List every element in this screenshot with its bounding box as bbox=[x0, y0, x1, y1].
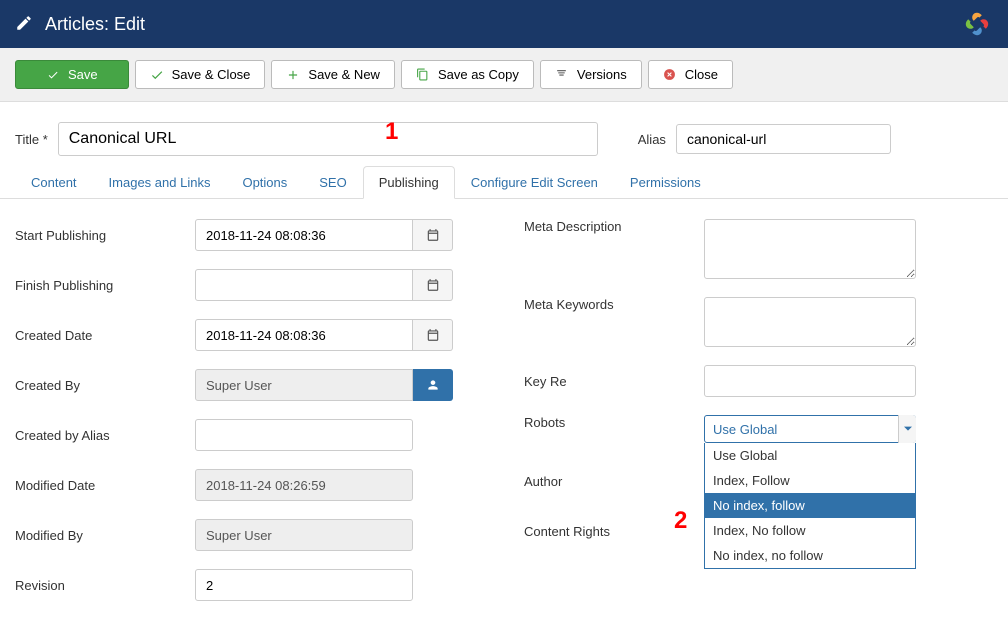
robots-option-noindex-follow[interactable]: No index, follow bbox=[705, 493, 915, 518]
save-close-button[interactable]: Save & Close bbox=[135, 60, 266, 89]
save-button-label: Save bbox=[68, 67, 98, 82]
save-copy-button[interactable]: Save as Copy bbox=[401, 60, 534, 89]
versions-label: Versions bbox=[577, 67, 627, 82]
revision-input[interactable] bbox=[195, 569, 413, 601]
alias-input[interactable] bbox=[676, 124, 891, 154]
close-label: Close bbox=[685, 67, 718, 82]
save-new-button[interactable]: Save & New bbox=[271, 60, 395, 89]
close-button[interactable]: Close bbox=[648, 60, 733, 89]
tab-permissions[interactable]: Permissions bbox=[614, 166, 717, 199]
archive-icon bbox=[555, 68, 569, 82]
created-by-alias-label: Created by Alias bbox=[15, 428, 195, 443]
meta-keywords-input[interactable] bbox=[704, 297, 916, 347]
save-close-label: Save & Close bbox=[172, 67, 251, 82]
tab-publishing[interactable]: Publishing bbox=[363, 166, 455, 199]
user-select-button[interactable] bbox=[413, 369, 453, 401]
pencil-icon bbox=[15, 14, 33, 35]
robots-option-index-nofollow[interactable]: Index, No follow bbox=[705, 518, 915, 543]
finish-publishing-label: Finish Publishing bbox=[15, 278, 195, 293]
key-reference-input[interactable] bbox=[704, 365, 916, 397]
modified-date-label: Modified Date bbox=[15, 478, 195, 493]
created-by-alias-input[interactable] bbox=[195, 419, 413, 451]
created-date-label: Created Date bbox=[15, 328, 195, 343]
calendar-icon bbox=[426, 328, 440, 342]
tab-seo[interactable]: SEO bbox=[303, 166, 362, 199]
robots-label: Robots bbox=[524, 415, 704, 430]
toolbar: Save Save & Close Save & New Save as Cop… bbox=[0, 48, 1008, 102]
content-rights-label: Content Rights bbox=[524, 524, 704, 539]
save-new-label: Save & New bbox=[308, 67, 380, 82]
page-title: Articles: Edit bbox=[45, 14, 145, 35]
close-icon bbox=[663, 68, 677, 82]
calendar-button[interactable] bbox=[413, 269, 453, 301]
meta-description-label: Meta Description bbox=[524, 219, 704, 234]
save-button[interactable]: Save bbox=[15, 60, 129, 89]
robots-dropdown-menu: Use Global Index, Follow No index, follo… bbox=[704, 443, 916, 569]
author-label: Author bbox=[524, 474, 704, 489]
title-input[interactable] bbox=[58, 122, 598, 156]
chevron-down-icon bbox=[898, 415, 916, 443]
finish-publishing-input[interactable] bbox=[195, 269, 413, 301]
calendar-button[interactable] bbox=[413, 319, 453, 351]
calendar-button[interactable] bbox=[413, 219, 453, 251]
created-date-input[interactable] bbox=[195, 319, 413, 351]
versions-button[interactable]: Versions bbox=[540, 60, 642, 89]
start-publishing-input[interactable] bbox=[195, 219, 413, 251]
revision-label: Revision bbox=[15, 578, 195, 593]
tab-content[interactable]: Content bbox=[15, 166, 93, 199]
check-icon bbox=[150, 68, 164, 82]
left-column: Start Publishing Finish Publishing Creat… bbox=[15, 219, 484, 619]
key-reference-label: Key Re bbox=[524, 374, 704, 389]
created-by-label: Created By bbox=[15, 378, 195, 393]
meta-description-input[interactable] bbox=[704, 219, 916, 279]
meta-keywords-label: Meta Keywords bbox=[524, 297, 704, 312]
modified-date-input bbox=[195, 469, 413, 501]
joomla-logo-icon bbox=[961, 8, 993, 40]
created-by-input bbox=[195, 369, 413, 401]
robots-option-use-global[interactable]: Use Global bbox=[705, 443, 915, 468]
robots-selected-value: Use Global bbox=[713, 422, 777, 437]
tab-options[interactable]: Options bbox=[226, 166, 303, 199]
save-copy-label: Save as Copy bbox=[438, 67, 519, 82]
start-publishing-label: Start Publishing bbox=[15, 228, 195, 243]
calendar-icon bbox=[426, 278, 440, 292]
right-column: Meta Description Meta Keywords Key Re Ro… bbox=[524, 219, 993, 619]
modified-by-input bbox=[195, 519, 413, 551]
publishing-panel: Start Publishing Finish Publishing Creat… bbox=[0, 199, 1008, 639]
robots-dropdown-toggle[interactable]: Use Global bbox=[704, 415, 916, 443]
calendar-icon bbox=[426, 228, 440, 242]
robots-option-index-follow[interactable]: Index, Follow bbox=[705, 468, 915, 493]
plus-icon bbox=[286, 68, 300, 82]
tabs: Content Images and Links Options SEO Pub… bbox=[0, 166, 1008, 199]
tab-configure-edit-screen[interactable]: Configure Edit Screen bbox=[455, 166, 614, 199]
title-label: Title * bbox=[15, 132, 48, 147]
title-row: Title * Alias 1 bbox=[0, 102, 1008, 166]
robots-option-noindex-nofollow[interactable]: No index, no follow bbox=[705, 543, 915, 568]
user-icon bbox=[426, 378, 440, 392]
tab-images-links[interactable]: Images and Links bbox=[93, 166, 227, 199]
alias-label: Alias bbox=[638, 132, 666, 147]
copy-icon bbox=[416, 68, 430, 82]
robots-dropdown[interactable]: Use Global Use Global Index, Follow No i… bbox=[704, 415, 916, 443]
app-header: Articles: Edit bbox=[0, 0, 1008, 48]
apply-icon bbox=[46, 68, 60, 82]
modified-by-label: Modified By bbox=[15, 528, 195, 543]
